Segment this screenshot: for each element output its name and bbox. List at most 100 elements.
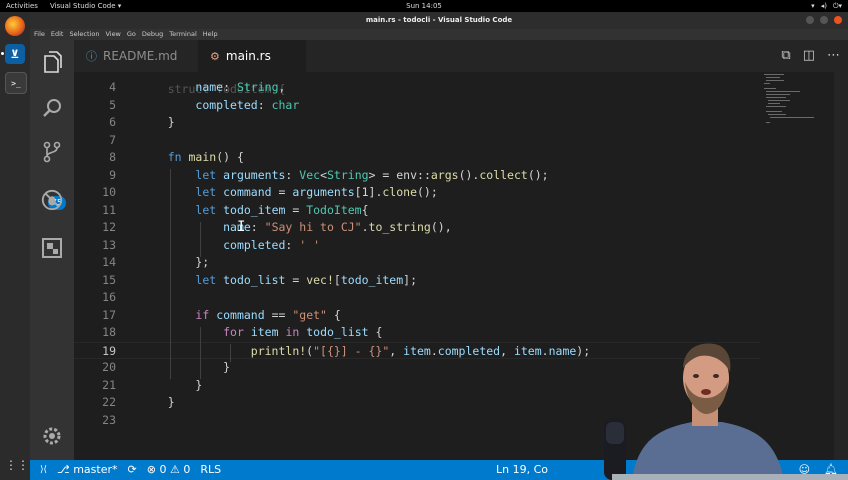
code-token: let [195, 272, 217, 287]
code-token: todo_item [340, 272, 404, 287]
code-token: (). [458, 167, 480, 182]
code-token: String [327, 167, 369, 182]
menu-terminal[interactable]: Terminal [169, 29, 196, 40]
code-line: 12 name: "Say hi to CJ".to_string(), [74, 219, 760, 237]
code-text: let arguments: Vec<String> = env::args()… [140, 167, 548, 185]
code-token: let [195, 167, 217, 182]
line-number: 6 [109, 115, 116, 129]
close-icon[interactable] [834, 16, 842, 24]
minimize-icon[interactable] [806, 16, 814, 24]
menu-selection[interactable]: Selection [69, 29, 99, 40]
menu-edit[interactable]: Edit [51, 29, 64, 40]
line-number: 7 [109, 132, 116, 147]
code-line: 17 if command == "get" { [74, 307, 760, 325]
problems-item[interactable]: ⊗ 0 ⚠ 0 [147, 460, 191, 480]
more-actions-icon[interactable]: ⋯ [827, 48, 840, 63]
terminal-icon[interactable]: >_ [5, 72, 27, 94]
code-token: [1]. [354, 185, 383, 199]
line-number: 16 [102, 290, 116, 304]
code-token: = [285, 202, 307, 217]
extensions-icon[interactable] [40, 236, 64, 260]
code-line: 7 [74, 132, 760, 150]
code-line: 8 fn main() { [74, 149, 760, 167]
menu-debug[interactable]: Debug [142, 29, 163, 40]
code-token: . [361, 220, 369, 234]
code-token: todo_list [306, 325, 369, 339]
code-token: clone [382, 185, 417, 199]
gnome-top-bar: Activities Visual Studio Code ▾ Sun 14:0… [0, 0, 848, 12]
debug-icon[interactable] [40, 188, 64, 212]
code-token: in [285, 325, 300, 339]
code-token: : [285, 167, 300, 182]
source-control-icon[interactable] [40, 140, 64, 164]
network-icon[interactable]: ▾ [811, 0, 815, 12]
git-branch-label: master* [73, 463, 118, 476]
code-token: fn [167, 150, 182, 164]
menu-file[interactable]: File [34, 29, 45, 40]
line-number: 15 [102, 272, 116, 287]
code-token: : [285, 237, 300, 252]
code-text: } [140, 114, 175, 132]
line-number: 20 [102, 360, 116, 374]
power-icon[interactable]: ⏻▾ [833, 0, 842, 12]
code-text: } [140, 359, 230, 377]
code-token: for [223, 325, 244, 339]
maximize-icon[interactable] [820, 16, 828, 24]
editor-tab-bar: ⓘ README.md ⚙ main.rs ⧉ ◫ ⋯ [74, 40, 848, 72]
code-token: }; [140, 255, 210, 269]
rust-file-icon: ⚙ [210, 50, 220, 63]
code-line: 10 let command = arguments[1].clone(); [74, 184, 760, 202]
code-token: { [326, 307, 341, 322]
menu-help[interactable]: Help [203, 29, 218, 40]
code-token: "get" [292, 307, 327, 322]
warning-count: 0 [183, 463, 191, 476]
code-text: name: String, [140, 79, 285, 97]
code-line: 4 name: String, [74, 79, 760, 97]
code-line: 11 let todo_item = TodoItem{ [74, 202, 760, 220]
open-changes-icon[interactable]: ⧉ [781, 48, 790, 63]
split-editor-icon[interactable]: ◫ [803, 48, 815, 63]
code-token: < [320, 167, 327, 182]
line-number: 19 [102, 343, 116, 358]
show-applications-icon[interactable]: ⋮⋮⋮ [5, 458, 41, 476]
code-token: name [195, 80, 224, 94]
cursor-position[interactable]: Ln 19, Co [496, 460, 548, 480]
firefox-icon[interactable] [5, 16, 25, 36]
settings-gear-icon[interactable] [40, 424, 64, 448]
tab-readme[interactable]: ⓘ README.md [74, 40, 198, 72]
git-branch-item[interactable]: ⎇ master* [57, 460, 117, 480]
code-token: . [541, 343, 549, 358]
code-line: 5 completed: char [74, 97, 760, 115]
tab-label: main.rs [225, 49, 271, 63]
clock[interactable]: Sun 14:05 [406, 2, 442, 10]
code-text: }; [140, 254, 209, 272]
remote-icon[interactable]: ⟩⟨ [40, 460, 47, 480]
code-token: TodoItem [306, 202, 362, 217]
code-token: completed [223, 237, 286, 252]
rls-status[interactable]: RLS [200, 460, 221, 480]
code-token: name [548, 343, 577, 358]
code-line: 15 let todo_list = vec![todo_item]; [74, 272, 760, 290]
code-token: = [271, 185, 293, 199]
code-token: == [264, 307, 293, 322]
menu-view[interactable]: View [105, 29, 120, 40]
window-titlebar[interactable]: main.rs - todocli - Visual Studio Code [30, 12, 848, 29]
code-token: "Say hi to CJ" [264, 220, 362, 234]
explorer-icon[interactable] [40, 50, 64, 74]
code-token: item [250, 325, 279, 339]
vscode-icon[interactable]: ⊻ [5, 44, 25, 64]
code-line: 9 let arguments: Vec<String> = env::args… [74, 167, 760, 185]
code-token: collect [479, 167, 528, 182]
menu-go[interactable]: Go [127, 29, 136, 40]
search-icon[interactable] [40, 96, 64, 120]
tab-main-rs[interactable]: ⚙ main.rs [198, 40, 306, 72]
sync-icon[interactable]: ⟳ [128, 460, 137, 480]
line-number: 14 [102, 255, 116, 269]
tab-label: README.md [103, 49, 178, 63]
code-token: println! [250, 343, 307, 358]
volume-icon[interactable]: ◂) [821, 0, 827, 12]
